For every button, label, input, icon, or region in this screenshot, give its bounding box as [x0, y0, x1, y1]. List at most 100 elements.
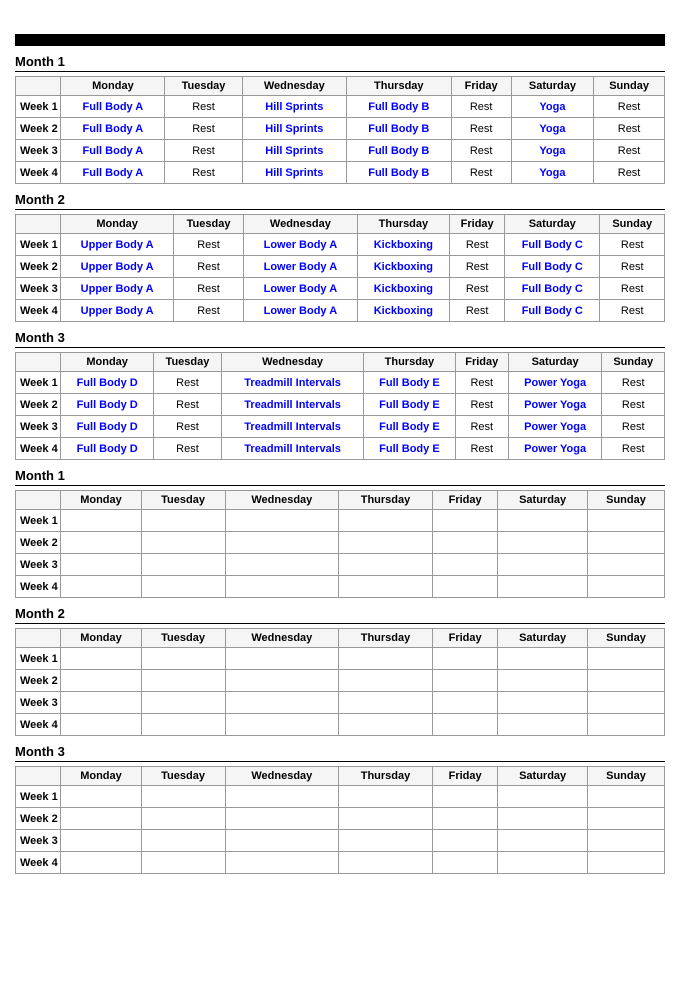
week-label: Week 1	[16, 510, 61, 532]
cell-tue	[141, 532, 225, 554]
cell-sat: Power Yoga	[508, 416, 602, 438]
table-row: Week 4Upper Body ARestLower Body AKickbo…	[16, 300, 665, 322]
col-header-saturday: Saturday	[498, 491, 588, 510]
cell-mon: Upper Body A	[61, 278, 173, 300]
table-row: Week 3Full Body DRestTreadmill Intervals…	[16, 416, 665, 438]
schedule-table-3: MondayTuesdayWednesdayThursdayFridaySatu…	[15, 490, 665, 598]
cell-thu	[339, 786, 433, 808]
col-header-monday: Monday	[61, 491, 141, 510]
col-header-sunday: Sunday	[600, 215, 665, 234]
cell-mon	[61, 648, 141, 670]
month-label-1: Month 2	[15, 192, 665, 210]
col-header-friday: Friday	[451, 77, 511, 96]
month-label-2: Month 3	[15, 330, 665, 348]
cell-fri: Rest	[451, 118, 511, 140]
cell-fri	[432, 714, 497, 736]
cell-sun: Rest	[594, 118, 665, 140]
cell-mon	[61, 830, 141, 852]
cell-tue: Rest	[165, 118, 242, 140]
cell-thu	[339, 554, 433, 576]
cell-thu: Full Body E	[364, 416, 456, 438]
cell-sat	[498, 692, 588, 714]
cell-sun: Rest	[602, 394, 665, 416]
col-header-thursday: Thursday	[339, 629, 433, 648]
cell-fri	[432, 510, 497, 532]
week-label: Week 1	[16, 96, 61, 118]
cell-wed	[225, 692, 338, 714]
cell-wed: Treadmill Intervals	[222, 372, 364, 394]
week-label: Week 1	[16, 786, 61, 808]
cell-wed	[225, 808, 338, 830]
table-row: Week 1Full Body ARestHill SprintsFull Bo…	[16, 96, 665, 118]
cell-sun	[587, 714, 664, 736]
col-header-sunday: Sunday	[587, 767, 664, 786]
cell-wed	[225, 554, 338, 576]
week-label: Week 2	[16, 670, 61, 692]
cell-sat: Yoga	[511, 162, 593, 184]
cell-tue: Rest	[173, 300, 243, 322]
cell-mon	[61, 808, 141, 830]
cell-sat: Yoga	[511, 140, 593, 162]
cell-wed	[225, 670, 338, 692]
col-header-wednesday: Wednesday	[225, 629, 338, 648]
cell-sat: Full Body C	[505, 234, 600, 256]
col-header-thursday: Thursday	[339, 767, 433, 786]
col-header-monday: Monday	[61, 77, 165, 96]
cell-thu	[339, 852, 433, 874]
cell-thu: Full Body E	[364, 394, 456, 416]
cell-tue	[141, 852, 225, 874]
cell-tue	[141, 510, 225, 532]
month-label-3: Month 1	[15, 468, 665, 486]
cell-tue	[141, 648, 225, 670]
cell-sun	[587, 510, 664, 532]
cell-sat: Full Body C	[505, 300, 600, 322]
col-header-tuesday: Tuesday	[141, 767, 225, 786]
cell-mon: Full Body A	[61, 162, 165, 184]
table-row: Week 2Full Body ARestHill SprintsFull Bo…	[16, 118, 665, 140]
cell-fri: Rest	[450, 300, 505, 322]
cell-mon: Full Body D	[61, 416, 153, 438]
col-header-sunday: Sunday	[587, 629, 664, 648]
cell-tue: Rest	[165, 140, 242, 162]
cell-tue	[141, 830, 225, 852]
cell-fri: Rest	[455, 372, 508, 394]
schedule-table-1: MondayTuesdayWednesdayThursdayFridaySatu…	[15, 214, 665, 322]
cell-wed: Lower Body A	[244, 278, 357, 300]
cell-sat	[498, 808, 588, 830]
cell-fri	[432, 830, 497, 852]
training-banner	[15, 34, 665, 46]
cell-wed: Lower Body A	[244, 234, 357, 256]
week-label: Week 3	[16, 140, 61, 162]
schedule-table-5: MondayTuesdayWednesdayThursdayFridaySatu…	[15, 766, 665, 874]
table-row: Week 2	[16, 670, 665, 692]
cell-sat	[498, 786, 588, 808]
table-row: Week 3Upper Body ARestLower Body AKickbo…	[16, 278, 665, 300]
cell-sun: Rest	[594, 96, 665, 118]
col-header-friday: Friday	[450, 215, 505, 234]
week-label: Week 1	[16, 234, 61, 256]
col-header-saturday: Saturday	[508, 353, 602, 372]
cell-sat	[498, 714, 588, 736]
cell-sat	[498, 510, 588, 532]
cell-thu	[339, 648, 433, 670]
cell-tue	[141, 670, 225, 692]
cell-sun	[587, 808, 664, 830]
col-header-friday: Friday	[432, 491, 497, 510]
cell-tue	[141, 576, 225, 598]
table-row: Week 3	[16, 554, 665, 576]
table-row: Week 1	[16, 786, 665, 808]
cell-sat: Yoga	[511, 96, 593, 118]
cell-sat: Full Body C	[505, 256, 600, 278]
cell-sun	[587, 692, 664, 714]
col-header-thursday: Thursday	[364, 353, 456, 372]
cell-mon	[61, 532, 141, 554]
cell-sat	[498, 852, 588, 874]
cell-wed: Lower Body A	[244, 256, 357, 278]
cell-mon: Full Body D	[61, 372, 153, 394]
cell-thu	[339, 670, 433, 692]
page-title	[15, 10, 665, 26]
cell-sun: Rest	[594, 140, 665, 162]
col-header-tuesday: Tuesday	[153, 353, 221, 372]
cell-sun	[587, 648, 664, 670]
cell-wed	[225, 786, 338, 808]
